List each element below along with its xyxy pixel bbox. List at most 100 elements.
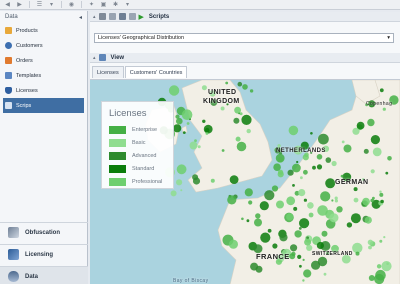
license-bubble[interactable] (277, 144, 281, 148)
license-bubble[interactable] (293, 206, 298, 211)
license-bubble[interactable] (341, 140, 345, 144)
save-script-icon[interactable] (118, 13, 126, 20)
license-bubble[interactable] (368, 275, 375, 281)
section-licensing[interactable]: Licensing (0, 244, 88, 264)
license-bubble[interactable] (379, 239, 383, 243)
open-script-icon[interactable] (108, 13, 116, 20)
tab-customers-countries[interactable]: Customers' Countries (124, 66, 188, 78)
license-bubble[interactable] (168, 85, 180, 96)
license-bubble[interactable] (260, 232, 271, 243)
delete-script-icon[interactable] (128, 13, 136, 20)
license-bubble[interactable] (343, 144, 352, 153)
license-bubble[interactable] (244, 188, 253, 197)
license-bubble[interactable] (308, 212, 314, 218)
license-bubble[interactable] (182, 131, 186, 134)
license-bubble[interactable] (370, 135, 380, 145)
license-bubble[interactable] (317, 256, 328, 267)
license-bubble[interactable] (254, 218, 262, 227)
back-icon[interactable]: ◀ (3, 1, 12, 9)
license-bubble[interactable] (275, 153, 285, 163)
section-data[interactable]: Data (0, 266, 88, 284)
license-bubble[interactable] (297, 254, 302, 259)
license-bubble[interactable] (272, 243, 278, 249)
license-bubble[interactable] (234, 106, 242, 114)
license-bubble[interactable] (286, 213, 294, 221)
license-bubble[interactable] (181, 109, 193, 120)
license-bubble[interactable] (249, 89, 254, 93)
license-bubble[interactable] (290, 244, 298, 252)
license-bubble[interactable] (255, 213, 261, 219)
license-bubble[interactable] (279, 233, 288, 242)
license-bubble[interactable] (352, 242, 363, 254)
license-bubble[interactable] (292, 163, 301, 173)
license-bubble[interactable] (259, 201, 269, 211)
license-bubble[interactable] (303, 198, 307, 202)
license-bubble[interactable] (228, 239, 238, 249)
license-bubble[interactable] (286, 196, 296, 206)
license-bubble[interactable] (325, 157, 332, 163)
license-bubble[interactable] (363, 148, 369, 154)
license-bubble[interactable] (300, 176, 303, 180)
license-bubble[interactable] (367, 118, 375, 127)
license-bubble[interactable] (304, 238, 312, 246)
license-bubble[interactable] (379, 190, 382, 193)
license-bubble[interactable] (302, 258, 305, 261)
license-bubble[interactable] (248, 200, 253, 205)
license-bubble[interactable] (356, 121, 365, 130)
license-bubble[interactable] (186, 122, 190, 125)
license-bubble[interactable] (370, 198, 375, 203)
license-bubble[interactable] (176, 164, 187, 175)
license-bubble[interactable] (242, 84, 248, 90)
license-bubble[interactable] (227, 195, 237, 205)
sidebar-item-templates[interactable]: Templates (0, 68, 87, 83)
license-bubble[interactable] (246, 219, 250, 223)
license-bubble[interactable] (233, 117, 240, 124)
license-bubble[interactable] (353, 197, 359, 203)
license-bubble[interactable] (385, 171, 389, 175)
run-icon[interactable]: ▶ (139, 13, 144, 21)
settings-icon[interactable]: ✱ (111, 1, 120, 9)
license-bubble[interactable] (316, 164, 323, 170)
license-bubble[interactable] (237, 81, 243, 87)
collapse-icon[interactable]: ▴ (93, 55, 96, 61)
license-bubble[interactable] (302, 279, 305, 282)
license-bubble[interactable] (298, 189, 306, 197)
license-bubble[interactable] (303, 269, 312, 278)
new-script-icon[interactable] (98, 13, 106, 20)
sidebar-item-scrips[interactable]: Scrips (3, 98, 84, 113)
license-bubble[interactable] (287, 169, 294, 176)
license-bubble[interactable] (236, 141, 247, 152)
license-bubble[interactable] (379, 88, 384, 93)
sidebar-item-customers[interactable]: Customers (0, 38, 87, 53)
license-bubble[interactable] (176, 117, 183, 125)
license-bubble[interactable] (173, 124, 182, 133)
menu-icon[interactable]: ☰ (35, 1, 44, 9)
license-bubble[interactable] (379, 192, 384, 197)
license-bubble[interactable] (202, 119, 206, 123)
license-bubble[interactable] (250, 262, 259, 271)
sidebar-item-products[interactable]: Products (0, 23, 87, 38)
license-bubble[interactable] (267, 228, 272, 233)
map[interactable]: UNITED KINGDOM NETHERLANDS GERMAN FRANCE… (90, 79, 400, 284)
license-bubble[interactable] (180, 189, 183, 192)
license-bubble[interactable] (294, 230, 302, 238)
sidebar-item-licenses[interactable]: Licenses (0, 83, 87, 98)
sidebar-item-orders[interactable]: Orders (0, 53, 87, 68)
license-bubble[interactable] (225, 81, 229, 85)
license-bubble[interactable] (189, 141, 198, 150)
license-bubble[interactable] (192, 177, 201, 185)
license-bubble[interactable] (334, 196, 338, 200)
license-bubble[interactable] (316, 154, 323, 160)
dropdown-icon[interactable]: ▾ (47, 1, 56, 9)
lightbulb-icon[interactable]: ✦ (87, 1, 96, 9)
license-bubble[interactable] (350, 213, 361, 224)
license-bubble[interactable] (210, 178, 215, 183)
license-bubble[interactable] (241, 114, 252, 125)
collapse-icon[interactable]: ▴ (93, 14, 96, 20)
license-bubble[interactable] (298, 227, 302, 230)
license-bubble[interactable] (331, 160, 337, 167)
collapse-icon[interactable]: ◂ (79, 14, 82, 21)
license-bubble[interactable] (367, 239, 374, 245)
license-bubble[interactable] (296, 160, 299, 164)
license-bubble[interactable] (220, 106, 225, 111)
